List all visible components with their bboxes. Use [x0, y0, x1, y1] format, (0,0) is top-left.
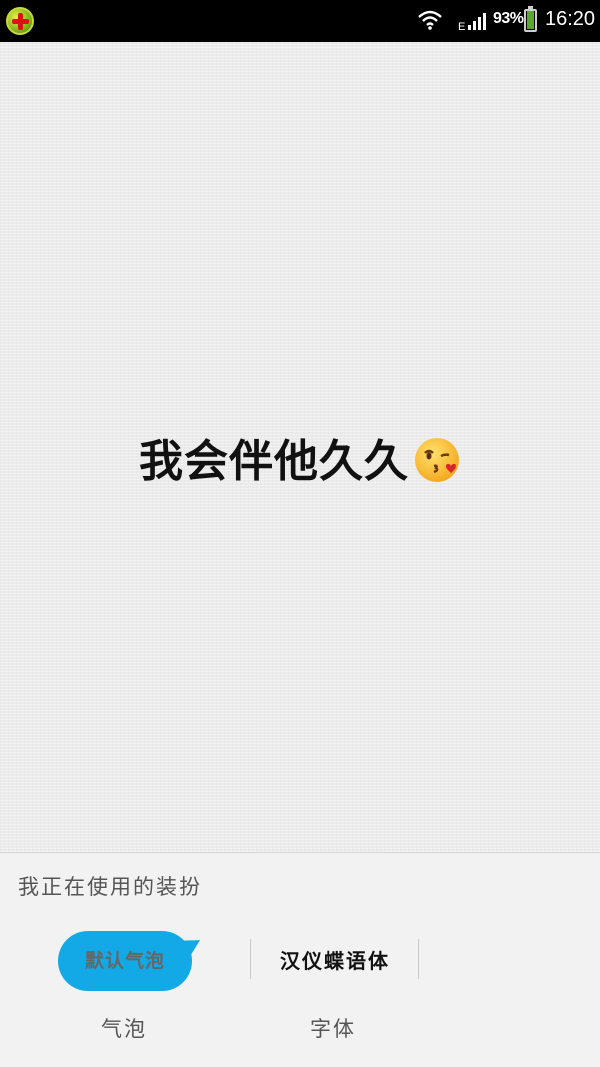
preview-message-text: 我会伴他久久	[139, 436, 409, 487]
font-option-button[interactable]: 汉仪蝶语体	[252, 941, 418, 981]
bubble-option-label: 默认气泡	[84, 950, 165, 972]
app-plus-icon[interactable]	[6, 7, 34, 35]
bubble-category-label: 气泡	[101, 1017, 147, 1041]
battery-icon	[524, 6, 537, 32]
font-category-label: 字体	[310, 1017, 356, 1041]
battery-level	[527, 11, 534, 29]
divider-right	[418, 939, 419, 979]
status-bar: E 93% 16:20	[0, 0, 600, 42]
current-outfit-panel: 我正在使用的装扮 默认气泡 汉仪蝶语体 气泡 字体	[0, 852, 600, 1067]
kissing-face-icon	[415, 438, 459, 482]
preview-message: 我会伴他久久	[0, 425, 600, 489]
network-type: E	[458, 21, 465, 31]
panel-title: 我正在使用的装扮	[18, 875, 202, 899]
clock: 16:20	[545, 8, 596, 30]
preview-area: 我会伴他久久	[0, 42, 600, 852]
battery-percent: 93%	[493, 10, 524, 27]
bubble-option-button[interactable]: 默认气泡	[58, 931, 192, 991]
wifi-icon	[418, 10, 442, 30]
signal-icon: E	[458, 13, 486, 31]
divider-left	[250, 939, 251, 979]
